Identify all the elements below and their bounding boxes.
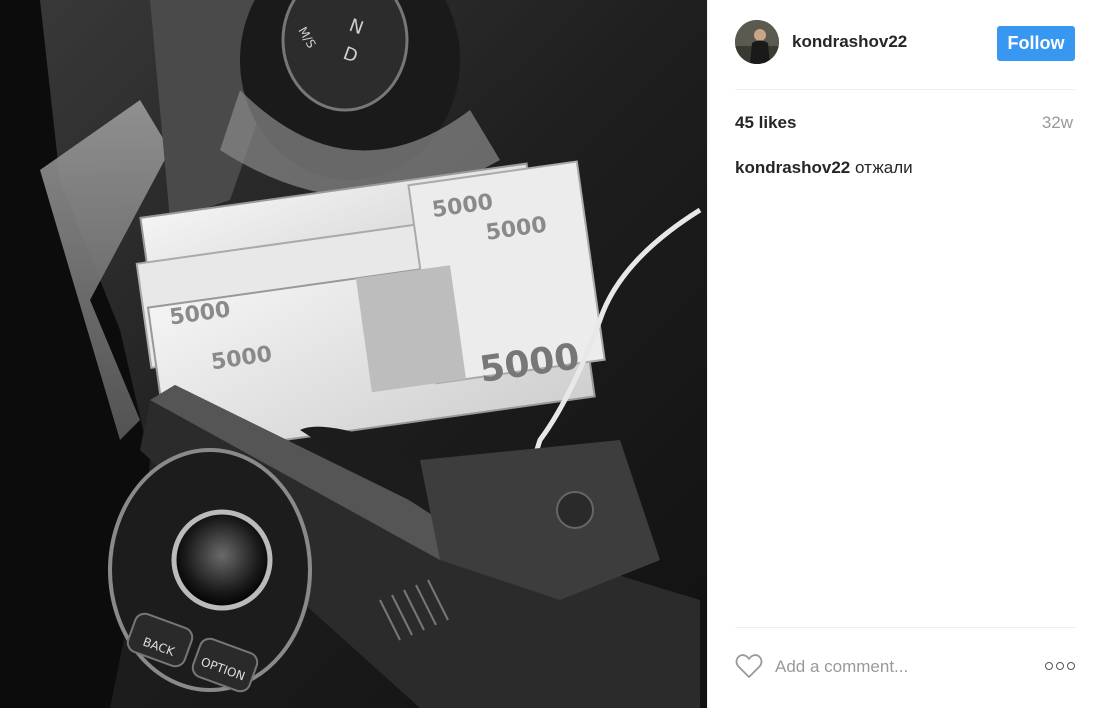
dot-icon <box>1067 662 1075 670</box>
post-photo[interactable]: N D M/S 5000 5000 5000 5000 5000 BACK OP… <box>0 0 707 708</box>
header-divider <box>735 89 1075 90</box>
dot-icon <box>1045 662 1053 670</box>
post-details-panel: kondrashov22 Follow 45 likes 32w kondras… <box>707 0 1100 708</box>
caption-text: отжали <box>855 158 913 177</box>
photo-illustration: N D M/S 5000 5000 5000 5000 5000 BACK OP… <box>0 0 707 708</box>
caption: kondrashov22 отжали <box>735 158 913 178</box>
avatar-image <box>735 20 779 64</box>
comment-row <box>735 648 1075 688</box>
more-options-icon[interactable] <box>1045 660 1075 672</box>
dot-icon <box>1056 662 1064 670</box>
follow-button[interactable]: Follow <box>997 26 1075 61</box>
username-link[interactable]: kondrashov22 <box>792 32 907 52</box>
caption-username[interactable]: kondrashov22 <box>735 158 850 177</box>
heart-icon[interactable] <box>735 653 763 679</box>
post-header: kondrashov22 Follow <box>735 20 1075 68</box>
comment-divider <box>735 627 1075 628</box>
likes-count[interactable]: 45 likes <box>735 113 796 133</box>
comment-input[interactable] <box>775 654 1025 680</box>
post-age[interactable]: 32w <box>1042 113 1073 133</box>
avatar[interactable] <box>735 20 779 64</box>
